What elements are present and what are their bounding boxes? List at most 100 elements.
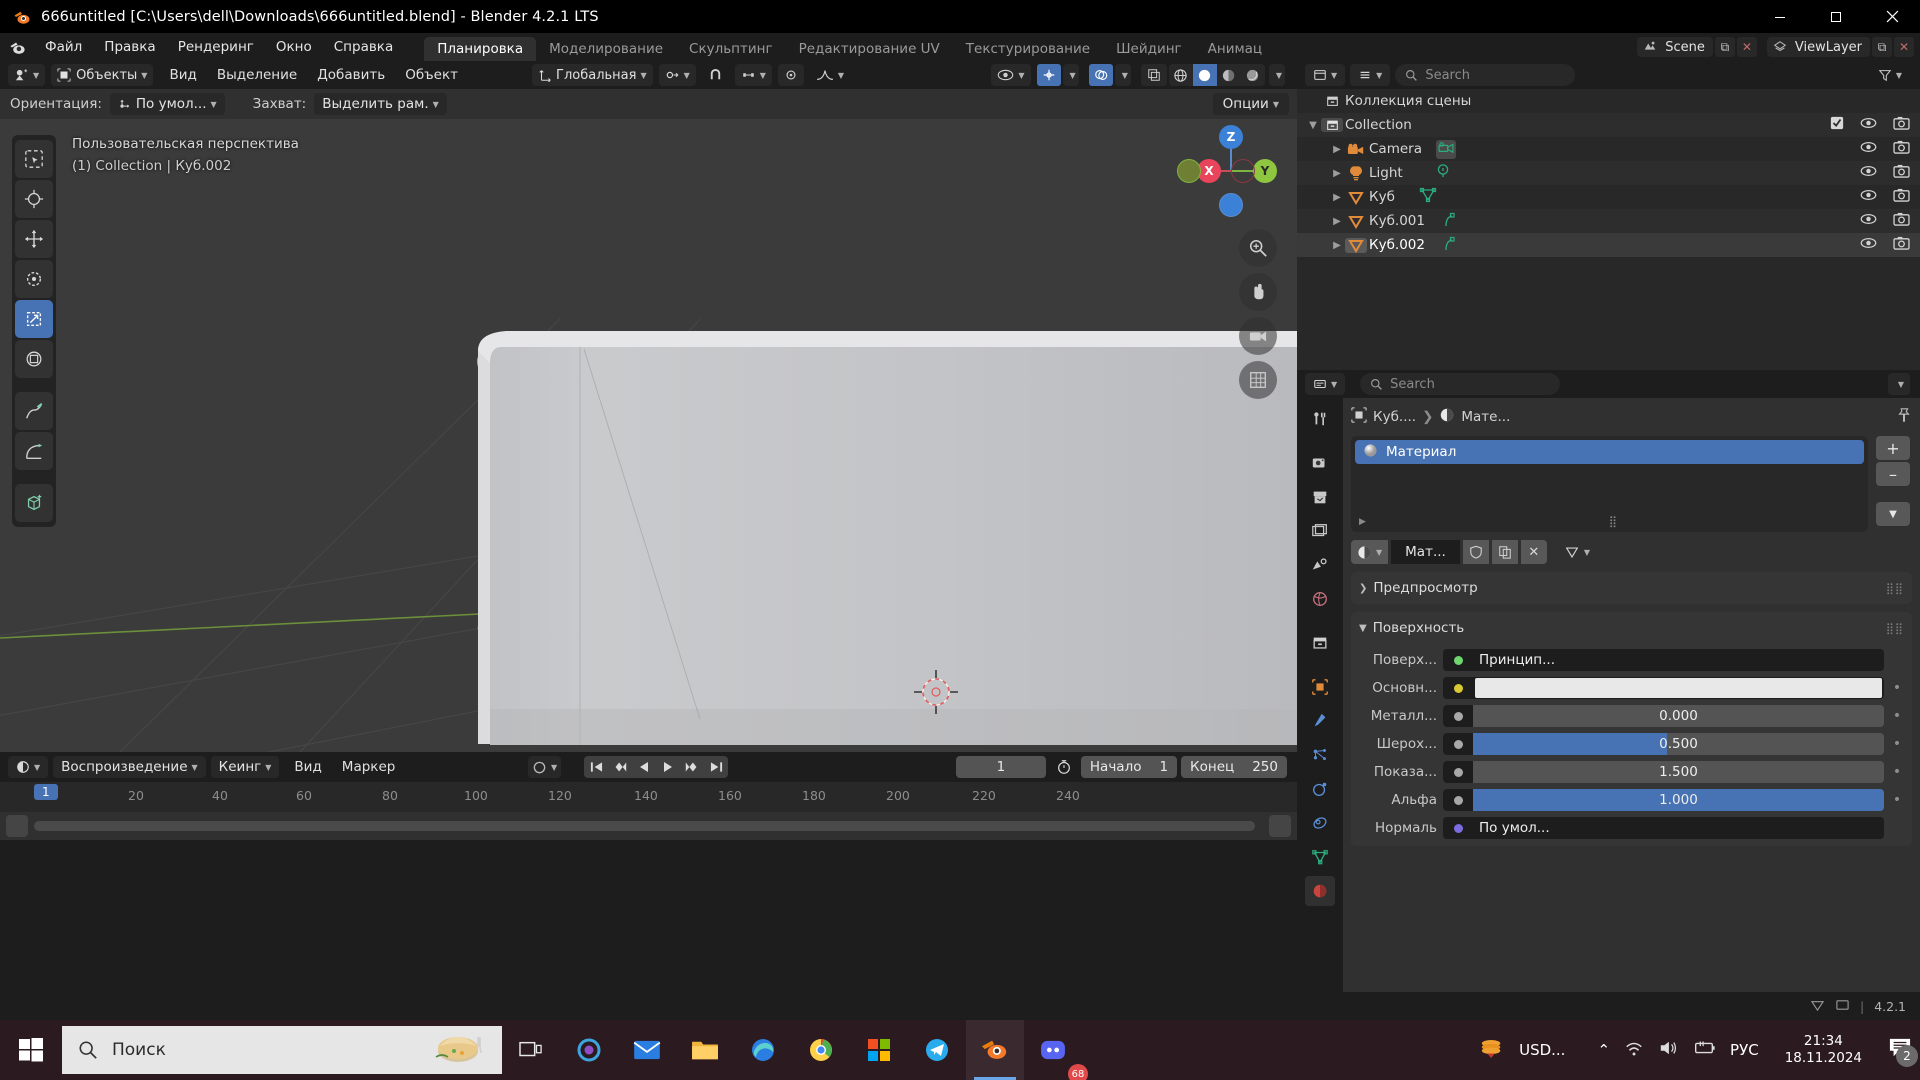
pin-icon[interactable] [1896,407,1912,427]
eye-icon[interactable] [1860,165,1877,181]
viewport-menu-select[interactable]: Выделение [207,67,307,83]
animate-dot-icon[interactable]: • [1890,792,1904,808]
pie-food-icon[interactable] [434,1029,486,1071]
show-hidden-icons-chevron[interactable]: ⌃ [1597,1041,1610,1059]
currency-tray-icon[interactable] [1479,1036,1505,1064]
camera-view-icon[interactable] [1239,317,1277,355]
overlays-settings[interactable]: ▼ [1114,64,1131,86]
eye-icon[interactable] [1860,141,1877,157]
timeline-editor-type[interactable]: ▼ [8,756,49,778]
timeline-menu-view[interactable]: Вид [284,756,331,778]
tab-world-icon[interactable] [1305,584,1335,614]
mesh-data-icon[interactable] [1443,211,1457,231]
color-swatch[interactable] [1475,678,1882,698]
preview-panel[interactable]: ❯ Предпросмотр ⣿⣿ [1351,572,1912,604]
timeline-menu-playback[interactable]: Воспроизведение ▼ [53,756,206,778]
new-material-copy-icon[interactable] [1491,540,1518,564]
next-keyframe-button[interactable] [680,756,705,778]
auto-keying-toggle[interactable]: ▼ [528,756,562,778]
expand-arrow-icon[interactable]: ▶ [1329,168,1345,179]
object-mode-selector[interactable]: Объекты ▼ [51,64,154,86]
navigation-gizmo[interactable]: Z X Y [1177,125,1277,217]
tab-output-icon[interactable] [1305,482,1335,512]
new-scene-button[interactable]: ⧉ [1714,37,1735,57]
cursor-icon[interactable] [15,180,53,218]
tab-modifier-icon[interactable] [1305,706,1335,736]
outliner-row-collection[interactable]: ▼ Collection [1297,113,1920,137]
outliner-row-camera[interactable]: ▶ Camera [1297,137,1920,161]
material-slot-item[interactable]: Материал [1355,440,1864,464]
tab-render-icon[interactable] [1305,448,1335,478]
gizmo-toggle[interactable] [1036,64,1061,86]
checkbox-icon[interactable] [1830,116,1844,134]
tab-collection-icon[interactable] [1305,628,1335,658]
timeline-menu-keying[interactable]: Кеинг ▼ [210,756,280,778]
animate-dot-icon[interactable]: • [1890,680,1904,696]
camera-icon[interactable] [1893,212,1910,230]
breadcrumb-material-label[interactable]: Мате... [1461,409,1510,425]
move-icon[interactable] [15,220,53,258]
jump-to-start-button[interactable] [584,756,609,778]
expand-arrow-icon[interactable]: ▶ [1329,192,1345,203]
slot-menu-button[interactable]: ▼ [1876,502,1910,526]
preview-panel-header[interactable]: ❯ Предпросмотр ⣿⣿ [1359,576,1904,600]
rotate-icon[interactable] [15,260,53,298]
close-button[interactable] [1864,0,1920,33]
new-viewlayer-button[interactable]: ⧉ [1872,37,1892,57]
wifi-icon[interactable] [1624,1040,1644,1061]
zoom-icon[interactable] [1239,229,1277,267]
tab-uv-editing[interactable]: Редактирование UV [786,37,953,61]
tab-tool-icon[interactable] [1305,404,1335,434]
metallic-slider[interactable]: 0.000 [1443,705,1884,727]
store-icon[interactable] [850,1020,908,1080]
expand-arrow-icon[interactable]: ▶ [1329,216,1345,227]
timeline-scrollbar[interactable] [34,821,1255,831]
timeline-ruler[interactable]: 1 20 40 60 80 100 120 140 160 180 200 22… [0,782,1297,812]
outliner-display-mode[interactable]: ▼ [1350,64,1391,86]
overlays-toggle[interactable] [1088,64,1113,86]
remove-material-slot-button[interactable]: – [1876,462,1910,486]
perspective-ortho-icon[interactable] [1239,361,1277,399]
playhead[interactable]: 1 [34,784,58,800]
eye-icon[interactable] [1860,189,1877,205]
edge-icon[interactable] [734,1020,792,1080]
blender-menu-icon[interactable] [0,39,34,56]
proportional-falloff[interactable]: ▼ [810,64,850,86]
tab-constraint-icon[interactable] [1305,808,1335,838]
editor-type-selector[interactable]: ▼ [8,64,46,86]
annotate-icon[interactable] [15,392,53,430]
previous-keyframe-button[interactable] [608,756,633,778]
outliner-row-kub-001[interactable]: ▶ Куб.001 [1297,209,1920,233]
outliner-editor-type[interactable]: ▼ [1305,64,1346,86]
volume-icon[interactable] [1658,1039,1678,1061]
rendered-shading-button[interactable] [1241,64,1265,86]
delete-viewlayer-button[interactable]: ✕ [1894,37,1914,57]
snap-magnet-toggle[interactable] [702,64,729,86]
mail-icon[interactable] [618,1020,676,1080]
properties-options-button[interactable]: ▼ [1887,373,1910,395]
tab-particles-icon[interactable] [1305,740,1335,770]
camera-icon[interactable] [1893,188,1910,206]
tab-sculpting[interactable]: Скульптинг [676,37,786,61]
expand-arrow-icon[interactable]: ▶ [1329,240,1345,251]
light-data-icon[interactable] [1435,163,1451,183]
mesh-data-icon[interactable] [1443,235,1457,255]
solid-shading-button[interactable] [1192,64,1217,86]
tab-animation[interactable]: Анимац [1195,37,1275,61]
viewport-menu-object[interactable]: Объект [395,67,468,83]
camera-data-icon[interactable] [1435,139,1456,159]
camera-icon[interactable] [1893,140,1910,158]
add-material-slot-button[interactable]: + [1876,436,1910,460]
minimize-button[interactable] [1752,0,1808,33]
menu-file[interactable]: Файл [34,36,93,58]
tab-object-icon[interactable] [1305,672,1335,702]
scene-selector[interactable]: Scene [1637,37,1713,57]
ior-slider[interactable]: 1.500 [1443,761,1884,783]
pan-hand-icon[interactable] [1239,273,1277,311]
transform-orientation-selector[interactable]: Глобальная ▼ [532,64,653,86]
chrome-icon[interactable] [792,1020,850,1080]
shading-settings[interactable]: ▼ [1268,64,1285,86]
snap-dropdown[interactable]: Выделить рам. ▼ [314,93,447,115]
timeline-scroll-right[interactable] [1269,815,1291,837]
outliner-row-kub-002[interactable]: ▶ Куб.002 [1297,233,1920,257]
